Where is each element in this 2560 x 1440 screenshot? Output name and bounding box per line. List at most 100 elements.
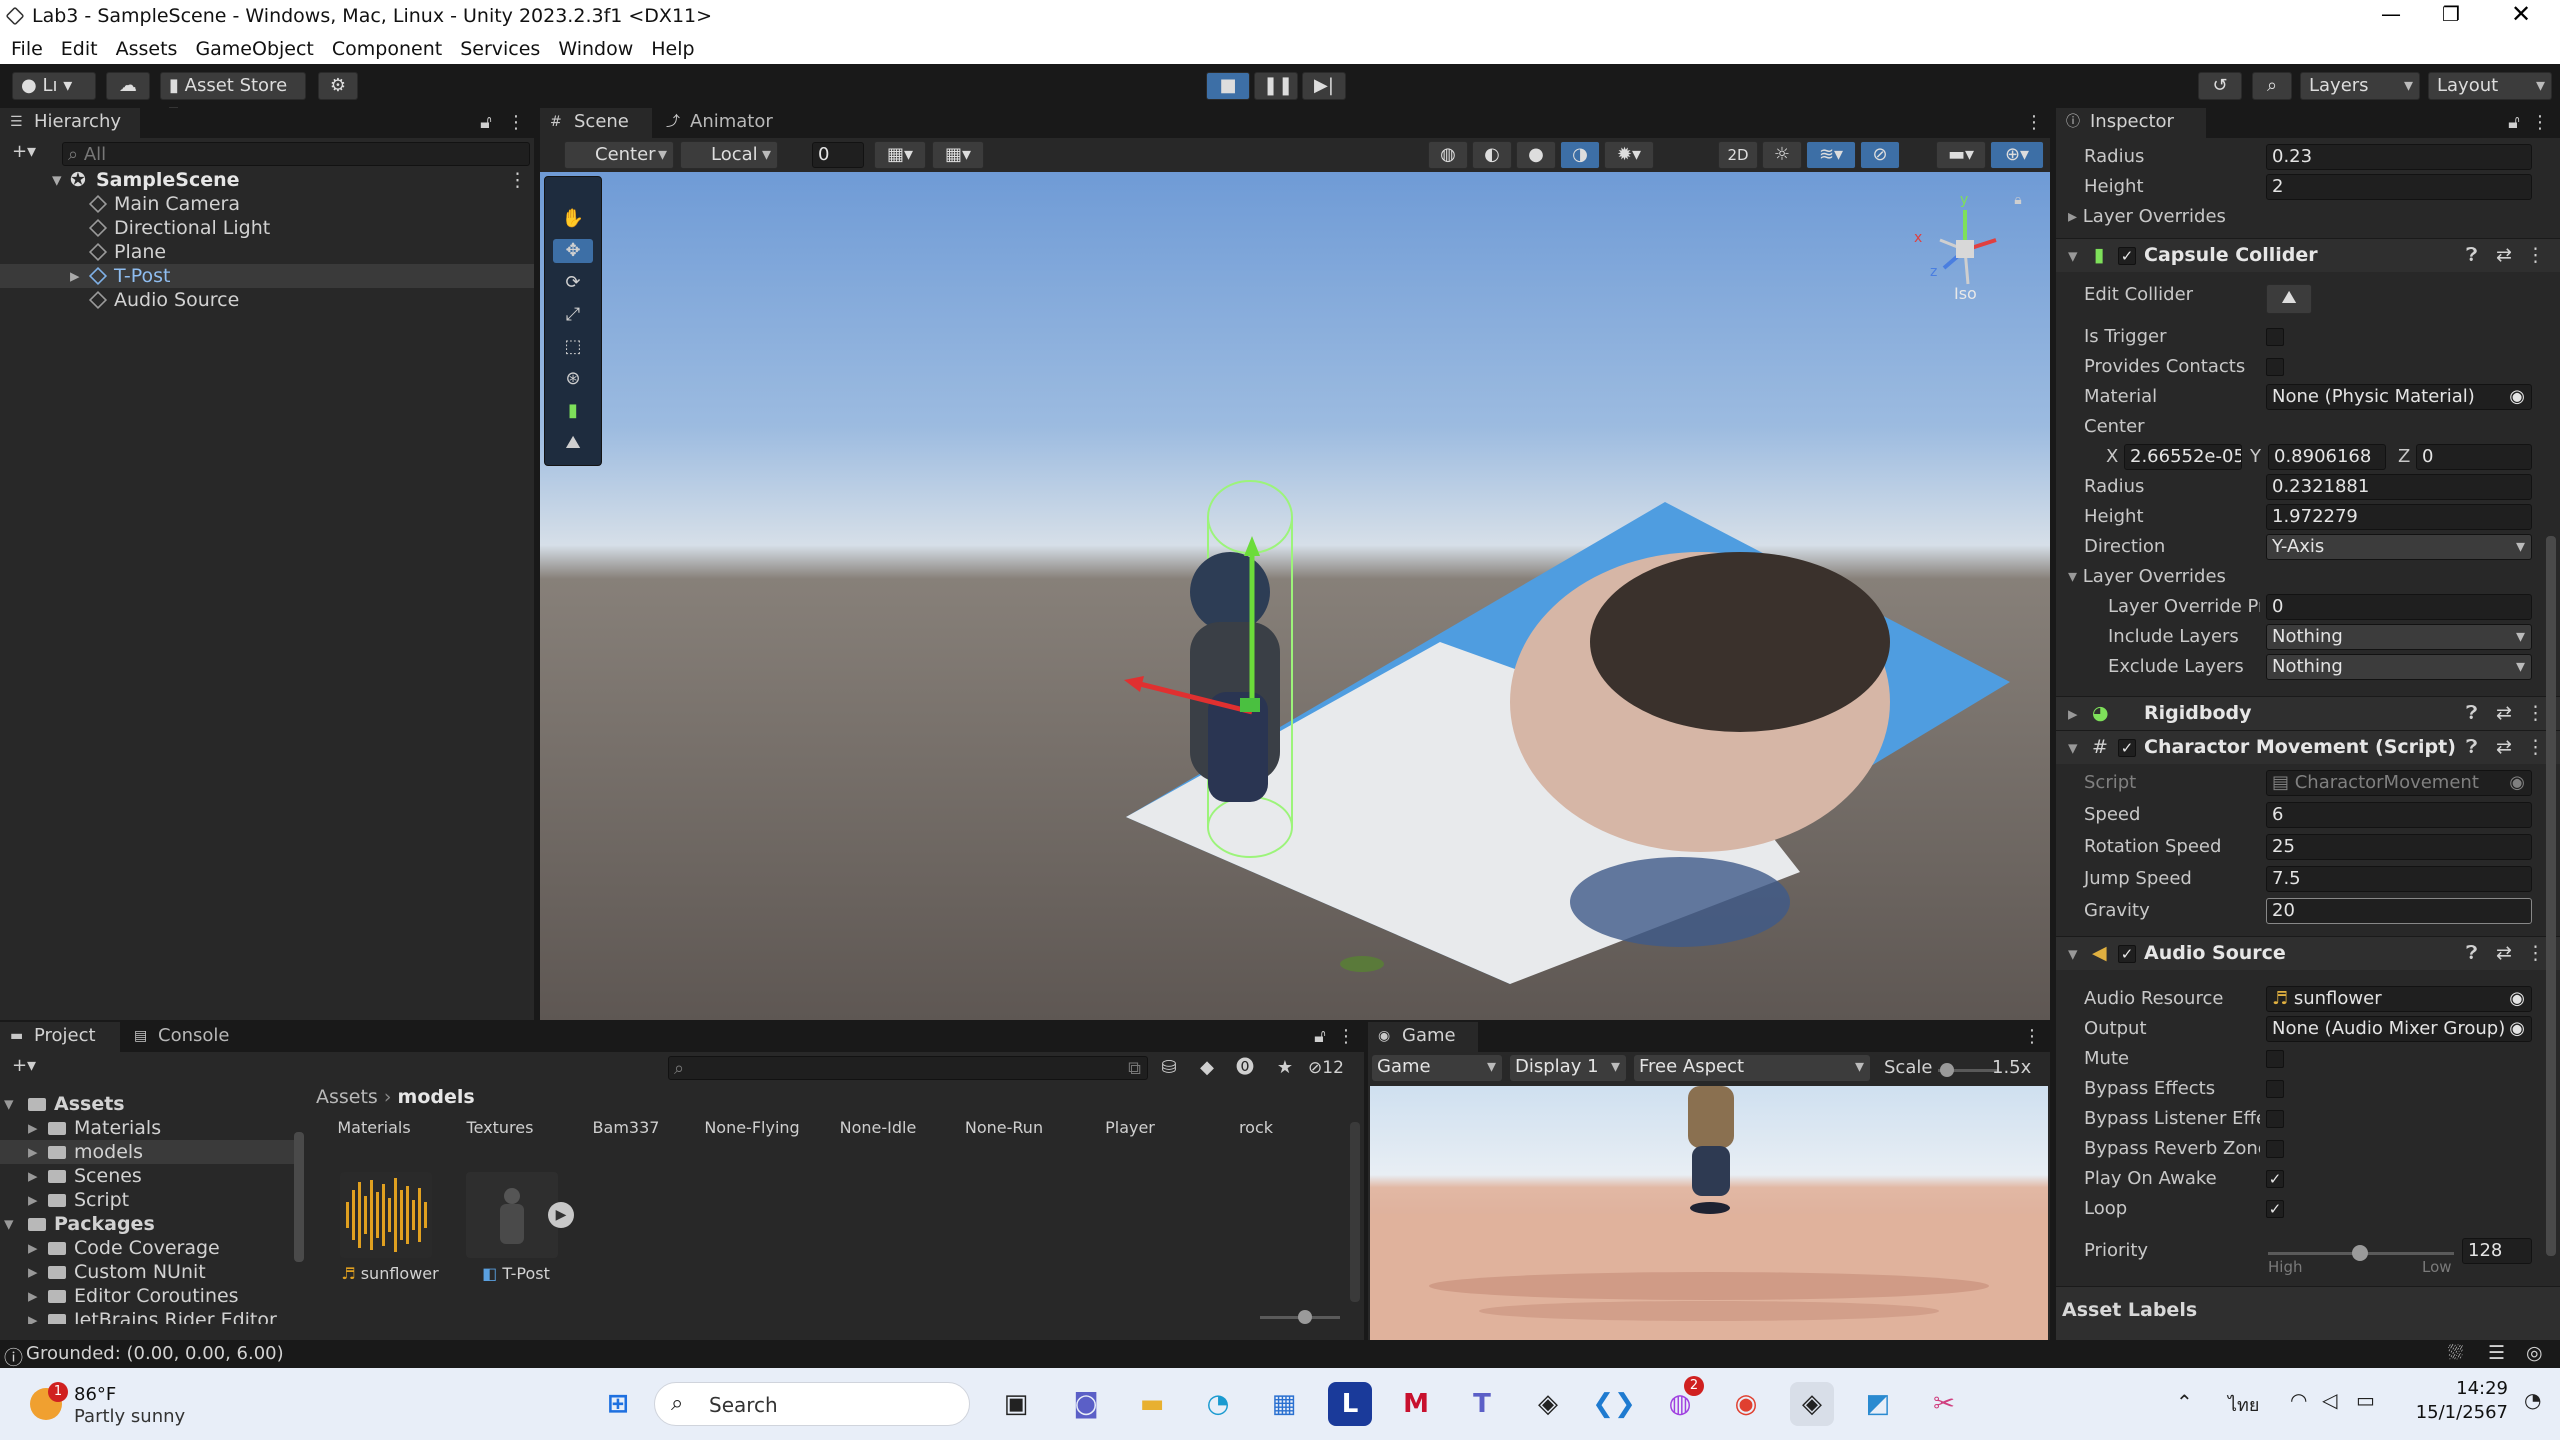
asset-tile-sunflower[interactable]: ♬ sunflower xyxy=(340,1172,440,1292)
battery-icon[interactable]: ▭ xyxy=(2356,1388,2375,1412)
tab-scene[interactable]: # Scene xyxy=(540,108,652,138)
tab-hierarchy[interactable]: ☰ Hierarchy xyxy=(0,108,140,138)
menu-component[interactable]: Component xyxy=(323,34,451,60)
height-field[interactable]: 2 xyxy=(2266,174,2532,200)
menu-edit[interactable]: Edit xyxy=(52,34,107,60)
tree-scrollbar[interactable] xyxy=(294,1132,304,1262)
foldout-arrow-icon[interactable]: ▸ xyxy=(28,1140,38,1164)
vscode-icon[interactable]: ❮❯ xyxy=(1592,1382,1636,1426)
edit-collider-button[interactable]: ⛰ xyxy=(2266,284,2312,314)
radius-field[interactable]: 0.23 xyxy=(2266,144,2532,170)
help-icon[interactable]: ❓︎ xyxy=(2466,942,2477,964)
create-asset-button[interactable]: +▾ xyxy=(6,1054,42,1078)
windows-start-icon[interactable]: ⊞ xyxy=(596,1382,640,1426)
collider-height-field[interactable]: 1.972279 xyxy=(2266,504,2532,530)
weather-widget[interactable]: 1 86°F Partly sunny xyxy=(26,1378,196,1430)
kebab-menu-icon[interactable]: ⋮ xyxy=(2024,111,2044,135)
favorite-star-icon[interactable]: ★ xyxy=(1272,1056,1298,1080)
kebab-menu-icon[interactable]: ⋮ xyxy=(2526,942,2545,964)
clock-date[interactable]: 15/1/2567 xyxy=(2400,1402,2508,1423)
game-mode-dropdown[interactable]: Game xyxy=(1372,1055,1502,1081)
foldout-arrow-icon[interactable]: ▸ xyxy=(28,1260,38,1284)
audio-source-header[interactable]: ▾ ◀ ✓ Audio Source ❓︎ ⇄ ⋮ xyxy=(2056,936,2560,970)
output-field[interactable]: None (Audio Mixer Group) ◉ xyxy=(2266,1016,2532,1042)
visibility-button[interactable]: ⊘ xyxy=(1860,141,1900,169)
project-tree-item[interactable]: ▸ models xyxy=(0,1140,296,1164)
tab-animator[interactable]: ⤴ Animator xyxy=(656,108,796,138)
foldout-arrow-icon[interactable]: ▸ xyxy=(28,1236,38,1260)
menu-gameobject[interactable]: GameObject xyxy=(186,34,322,60)
speed-field[interactable]: 6 xyxy=(2266,802,2532,828)
tray-overflow-icon[interactable]: ⌃ xyxy=(2176,1390,2193,1414)
asset-grid-item[interactable]: None-Run xyxy=(946,1118,1062,1137)
kebab-menu-icon[interactable]: ⋮ xyxy=(2526,244,2545,266)
exclude-layers-dropdown[interactable]: Nothing xyxy=(2266,654,2532,680)
audio-resource-field[interactable]: ♬ sunflower ◉ xyxy=(2266,986,2532,1012)
paint-icon[interactable]: ◩ xyxy=(1856,1382,1900,1426)
shaded-button[interactable]: ● xyxy=(1516,141,1556,169)
auto-generate-lighting-icon[interactable]: ⛆ xyxy=(2448,1342,2463,1364)
kebab-menu-icon[interactable]: ⋮ xyxy=(506,111,526,135)
preset-icon[interactable]: ⇄ xyxy=(2496,942,2512,964)
wifi-icon[interactable]: ◠ xyxy=(2290,1388,2307,1412)
layer-override-priority-field[interactable]: 0 xyxy=(2266,594,2532,620)
hierarchy-search-input[interactable]: ⌕ All xyxy=(62,142,530,166)
mute-checkbox[interactable] xyxy=(2266,1050,2284,1068)
preset-icon[interactable]: ⇄ xyxy=(2496,702,2512,724)
gravity-field[interactable]: 20 xyxy=(2266,898,2532,924)
undo-history-button[interactable]: ↺ xyxy=(2198,72,2242,100)
asset-store-button[interactable]: ▮ Asset Store ▾ xyxy=(160,72,306,122)
kebab-menu-icon[interactable]: ⋮ xyxy=(2526,702,2545,724)
hand-tool-icon[interactable]: ✋ xyxy=(553,207,593,231)
account-dropdown[interactable]: ● Lı ▾ xyxy=(12,72,96,100)
layout-dropdown[interactable]: Layout xyxy=(2428,72,2552,100)
expand-arrow-icon[interactable]: ▸ xyxy=(70,264,80,288)
tab-console[interactable]: ▤ Console xyxy=(124,1022,248,1052)
tab-game[interactable]: ◉ Game xyxy=(1368,1022,1478,1052)
asset-grid-item[interactable]: Bam337 xyxy=(568,1118,684,1137)
rect-tool-icon[interactable]: ⬚ xyxy=(553,335,593,359)
center-y-field[interactable]: 0.8906168 xyxy=(2268,444,2386,470)
task-view-icon[interactable]: ▣ xyxy=(994,1382,1038,1426)
gizmo-orientation-button[interactable]: ◍ xyxy=(1428,141,1468,169)
filter-warning-icon[interactable]: ⓿ xyxy=(1232,1056,1258,1080)
lock-icon[interactable]: 🔒︎ xyxy=(2008,188,2028,212)
kebab-menu-icon[interactable]: ⋮ xyxy=(2526,736,2545,758)
priority-field[interactable]: 128 xyxy=(2462,1238,2532,1264)
hidden-packages-count[interactable]: ⊘12 xyxy=(1308,1058,1344,1078)
volume-icon[interactable]: ◁ xyxy=(2322,1388,2337,1412)
increment-snap-button[interactable]: ▦▾ xyxy=(932,141,984,169)
center-x-field[interactable]: 2.66552e-05 xyxy=(2124,444,2242,470)
priority-slider-thumb[interactable] xyxy=(2352,1245,2368,1261)
play-button[interactable]: ■ xyxy=(1206,72,1250,100)
asset-grid-item[interactable]: Materials xyxy=(316,1118,432,1137)
microsoft-store-icon[interactable]: ▦ xyxy=(1262,1382,1306,1426)
object-picker-icon[interactable]: ◉ xyxy=(2509,1017,2525,1041)
project-tree-item[interactable]: ▸ Editor Coroutines xyxy=(0,1284,296,1308)
game-viewport[interactable] xyxy=(1370,1086,2048,1340)
file-explorer-icon[interactable]: ▬ xyxy=(1130,1382,1174,1426)
edge-browser-icon[interactable]: ◔ xyxy=(1196,1382,1240,1426)
perspective-label[interactable]: Iso xyxy=(1954,284,1977,303)
filter-type-icon[interactable]: ⛁ xyxy=(1156,1056,1182,1080)
asset-grid-item[interactable]: None-Flying xyxy=(694,1118,810,1137)
provides-contacts-checkbox[interactable] xyxy=(2266,358,2284,376)
capsule-collider-header[interactable]: ▾ ▮ ✓ Capsule Collider ❓︎ ⇄ ⋮ xyxy=(2056,238,2560,272)
foldout-arrow-icon[interactable]: ▸ xyxy=(28,1164,38,1188)
collider-radius-field[interactable]: 0.2321881 xyxy=(2266,474,2532,500)
foldout-arrow-icon[interactable]: ▸ xyxy=(28,1284,38,1308)
charactor-movement-enabled-checkbox[interactable]: ✓ xyxy=(2118,739,2136,757)
asset-grid-item[interactable]: Player xyxy=(1072,1118,1188,1137)
toggle-2d-button[interactable]: 2D xyxy=(1718,141,1758,169)
project-tree-item[interactable]: ▸ Custom NUnit xyxy=(0,1260,296,1284)
scene-root-item[interactable]: ▾ ✪ SampleScene ⋮ xyxy=(0,168,534,192)
layer-overrides-expanded[interactable]: ▾ Layer Overrides xyxy=(2068,566,2226,587)
status-message[interactable]: Grounded: (0.00, 0.00, 6.00) xyxy=(26,1343,284,1364)
bypass-listener-checkbox[interactable] xyxy=(2266,1110,2284,1128)
kebab-menu-icon[interactable]: ⋮ xyxy=(2530,111,2550,135)
chrome-icon[interactable]: ◉ xyxy=(1724,1382,1768,1426)
menu-window[interactable]: Window xyxy=(549,34,642,60)
hierarchy-item[interactable]: Directional Light xyxy=(0,216,534,240)
tasks-icon[interactable]: ☰ xyxy=(2488,1342,2505,1364)
space-dropdown[interactable]: Local xyxy=(680,141,778,169)
